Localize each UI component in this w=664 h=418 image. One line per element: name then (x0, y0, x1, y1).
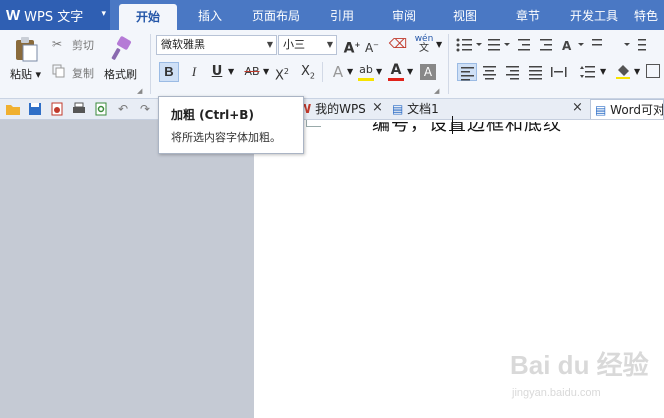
distribute-button[interactable] (549, 63, 569, 81)
app-name: WPS 文字 (24, 9, 84, 25)
tab-insert[interactable]: 插入 (185, 0, 235, 30)
font-name-combo[interactable]: 微软雅黑 ▼ (156, 35, 277, 55)
document-icon: ▤ (595, 103, 607, 117)
subscript-button[interactable]: X2 (298, 62, 318, 82)
align-center-button[interactable] (480, 63, 500, 81)
paste-button[interactable]: 粘贴 ▾ (10, 66, 41, 82)
character-shading-button[interactable]: A (420, 64, 436, 80)
app-menu-button[interactable]: W WPS 文字 ▾ (0, 0, 110, 30)
dialog-launcher-icon[interactable]: ◢ (434, 87, 439, 95)
print-icon[interactable] (71, 101, 87, 117)
close-icon[interactable]: × (572, 100, 583, 115)
scissors-icon: ✂ (52, 37, 63, 51)
chevron-down-icon[interactable]: ▼ (347, 67, 353, 76)
highlight-button[interactable]: ab (356, 60, 376, 80)
bold-button[interactable]: B (159, 62, 179, 82)
superscript-label: X (275, 68, 284, 84)
chevron-down-icon[interactable]: ▼ (436, 40, 442, 49)
justify-button[interactable] (526, 63, 546, 81)
font-size-value: 小三 (283, 38, 305, 51)
paint-bucket-icon[interactable] (614, 62, 632, 80)
underline-button[interactable]: U (207, 62, 227, 82)
align-right-button[interactable] (503, 63, 523, 81)
paragraph-tools-row: A (454, 36, 654, 54)
chevron-down-icon[interactable]: ▼ (407, 67, 413, 76)
tab-word-doc[interactable]: ▤ Word可对 (590, 99, 664, 119)
tab-review[interactable]: 审阅 (380, 0, 428, 30)
paste-label: 粘贴 (10, 68, 32, 81)
tab-page-layout[interactable]: 页面布局 (245, 0, 307, 30)
highlight-color-bar (358, 78, 374, 81)
divider (322, 62, 323, 82)
chevron-down-icon[interactable]: ▼ (228, 67, 234, 76)
chevron-down-icon[interactable]: ▼ (267, 36, 273, 54)
tab-section[interactable]: 章节 (504, 0, 552, 30)
copy-button[interactable]: 复制 (72, 65, 94, 81)
chevron-down-icon[interactable]: ▼ (376, 67, 382, 76)
subscript-label: X (301, 64, 310, 79)
font-name-value: 微软雅黑 (161, 38, 205, 51)
undo-icon[interactable]: ↶ (115, 101, 131, 117)
baidu-watermark: Bai du 经验 (510, 350, 649, 380)
line-spacing-button[interactable] (578, 63, 598, 81)
borders-icon[interactable] (646, 64, 660, 78)
tab-references[interactable]: 引用 (318, 0, 366, 30)
shrink-font-label: A (364, 41, 374, 55)
format-painter-button[interactable]: 格式刷 (104, 66, 137, 82)
open-folder-icon[interactable] (5, 101, 21, 117)
wps-logo-icon: W (6, 6, 21, 24)
print-preview-icon[interactable] (93, 101, 109, 117)
tooltip-description: 将所选内容字体加粗。 (171, 131, 281, 144)
tab-view[interactable]: 视图 (441, 0, 489, 30)
superscript-button[interactable]: X2 (272, 62, 292, 84)
font-color-bar (388, 78, 404, 81)
chevron-down-icon[interactable]: ▼ (634, 67, 640, 76)
italic-button[interactable]: I (184, 62, 204, 82)
font-color-button[interactable]: A (386, 60, 406, 80)
grow-font-label: A (343, 40, 355, 57)
document-icon: ▤ (392, 102, 404, 116)
grow-font-button[interactable]: A+ (342, 35, 362, 57)
chevron-down-icon[interactable]: ▼ (600, 67, 606, 76)
tab-home[interactable]: 开始 (119, 4, 177, 30)
paintbrush-icon[interactable] (108, 36, 134, 62)
bold-tooltip: 加粗 (Ctrl+B) 将所选内容字体加粗。 (158, 96, 304, 154)
divider (150, 34, 151, 94)
text-effect-button[interactable]: A (328, 62, 348, 82)
close-icon[interactable]: × (372, 100, 383, 115)
text-cursor (452, 116, 453, 134)
clear-format-icon[interactable]: ⌫ (388, 35, 408, 55)
tooltip-title: 加粗 (Ctrl+B) (171, 108, 254, 122)
tab-document1[interactable]: ▤ 文档1 (392, 99, 552, 119)
save-icon[interactable] (27, 101, 43, 117)
tab-label: 文档1 (407, 102, 439, 116)
tab-label: Word可对 (610, 103, 664, 117)
chevron-down-icon: ▾ (101, 9, 106, 19)
phonetic-guide-button[interactable]: wén 文 (412, 34, 436, 54)
cut-button[interactable]: 剪切 (72, 37, 94, 53)
svg-text:A: A (562, 39, 572, 53)
align-left-button[interactable] (457, 63, 477, 81)
workspace-margin (0, 120, 254, 418)
tab-developer[interactable]: 开发工具 (562, 0, 626, 30)
tab-special[interactable]: 特色 (634, 0, 664, 30)
font-size-combo[interactable]: 小三 ▼ (278, 35, 337, 55)
dialog-launcher-icon[interactable]: ◢ (137, 87, 142, 95)
export-pdf-icon[interactable] (49, 101, 65, 117)
shrink-font-button[interactable]: A− (362, 35, 382, 55)
redo-icon[interactable]: ↷ (137, 101, 153, 117)
chevron-down-icon[interactable]: ▼ (327, 36, 333, 54)
baidu-watermark-url: jingyan.baidu.com (512, 387, 601, 399)
divider (448, 34, 449, 94)
tab-label: 我的WPS (315, 102, 366, 116)
clipboard-icon[interactable] (12, 36, 40, 62)
page-corner-mark (306, 120, 321, 127)
strikethrough-button[interactable]: AB (240, 62, 264, 82)
copy-icon (52, 64, 66, 78)
chevron-down-icon[interactable]: ▼ (263, 67, 269, 76)
